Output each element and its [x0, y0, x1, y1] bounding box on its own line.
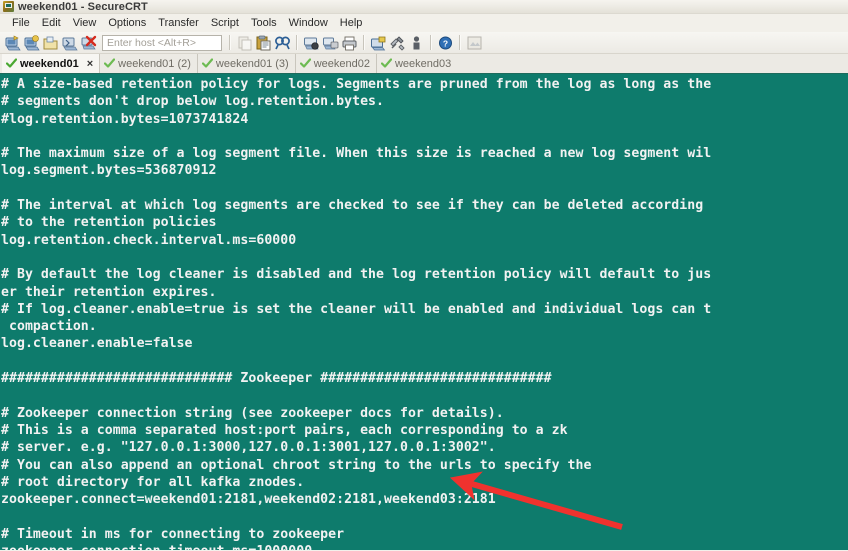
- terminal-line: # A size-based retention policy for logs…: [1, 77, 712, 92]
- menu-tools[interactable]: Tools: [245, 16, 283, 30]
- connect-session-icon[interactable]: [22, 34, 41, 52]
- terminal-line: # server. e.g. "127.0.0.1:3000,127.0.0.1…: [1, 440, 496, 456]
- terminal-line: # Zookeeper connection string (see zooke…: [1, 405, 504, 421]
- session-tab-bar: weekend01 × weekend01 (2) weekend01 (3) …: [0, 54, 848, 74]
- terminal-screen[interactable]: # A size-based retention policy for logs…: [0, 74, 848, 550]
- connected-check-icon: [5, 58, 18, 69]
- menu-script[interactable]: Script: [205, 16, 245, 30]
- menu-help[interactable]: Help: [334, 16, 369, 30]
- toolbar-separator: [296, 35, 298, 50]
- disconnect-icon[interactable]: [79, 34, 98, 52]
- help-icon[interactable]: ?: [436, 34, 455, 52]
- securecrt-window: weekend01 - SecureCRT File Edit View Opt…: [0, 0, 848, 551]
- terminal-line-zookeeper-connect: zookeeper.connect=weekend01:2181,weekend…: [1, 492, 496, 508]
- window-title: weekend01 - SecureCRT: [18, 0, 148, 13]
- find-icon[interactable]: [273, 34, 292, 52]
- paste-icon[interactable]: [235, 34, 254, 52]
- print-icon[interactable]: [340, 34, 359, 52]
- tab-label: weekend03: [394, 57, 452, 70]
- tab-weekend02[interactable]: weekend02: [296, 54, 377, 73]
- connected-check-icon: [299, 58, 311, 69]
- connect-sftp-icon[interactable]: [60, 34, 79, 52]
- terminal-line: # If log.cleaner.enable=true is set the …: [1, 301, 712, 317]
- terminal-line: compaction.: [1, 319, 97, 335]
- terminal-line-zookeeper-header: ############################# Zookeeper …: [1, 371, 552, 387]
- terminal-line: #log.retention.bytes=1073741824: [1, 111, 249, 127]
- session-options-icon[interactable]: [369, 34, 388, 52]
- terminal-line: # By default the log cleaner is disabled…: [1, 267, 712, 283]
- toolbar-separator: [459, 35, 461, 50]
- connect-local-shell-icon[interactable]: [41, 34, 60, 52]
- tab-label: weekend01 (3): [215, 57, 289, 70]
- terminal-line: log.retention.check.interval.ms=60000: [1, 232, 297, 248]
- terminal-line: log.segment.bytes=536870912: [1, 163, 217, 179]
- print-screen-icon[interactable]: [321, 34, 340, 52]
- tab-weekend01-3[interactable]: weekend01 (3): [198, 54, 296, 73]
- terminal-line: # Timeout in ms for connecting to zookee…: [1, 526, 345, 542]
- host-input[interactable]: Enter host <Alt+R>: [102, 34, 222, 51]
- tab-weekend01[interactable]: weekend01 ×: [2, 54, 101, 73]
- tab-label: weekend01 (2): [118, 57, 191, 70]
- svg-text:?: ?: [443, 38, 448, 48]
- tab-weekend03[interactable]: weekend03: [377, 54, 457, 73]
- terminal-line: log.cleaner.enable=false: [1, 336, 193, 352]
- title-bar: weekend01 - SecureCRT: [0, 0, 848, 14]
- tab-label: weekend01: [20, 57, 79, 70]
- menu-bar: File Edit View Options Transfer Script T…: [0, 14, 848, 32]
- log-session-icon[interactable]: [302, 34, 321, 52]
- host-placeholder: Enter host <Alt+R>: [107, 36, 197, 49]
- tab-label: weekend02: [313, 57, 370, 70]
- terminal-line: er their retention expires.: [1, 284, 217, 300]
- menu-view[interactable]: View: [67, 16, 103, 30]
- connected-check-icon: [380, 58, 393, 69]
- menu-window[interactable]: Window: [283, 16, 334, 30]
- chat-window-icon[interactable]: [465, 34, 484, 52]
- menu-file[interactable]: File: [6, 16, 36, 30]
- command-window-icon[interactable]: [407, 34, 426, 52]
- toolbar-separator: [363, 35, 365, 50]
- terminal-line: # You can also append an optional chroot…: [1, 457, 592, 473]
- toolbar-separator: [229, 35, 231, 50]
- terminal-line: zookeeper.connection.timeout.ms=1000000: [1, 543, 848, 550]
- copy-paste-icon[interactable]: [254, 34, 273, 52]
- terminal-line: # The maximum size of a log segment file…: [1, 146, 712, 162]
- menu-edit[interactable]: Edit: [36, 16, 67, 30]
- menu-transfer[interactable]: Transfer: [152, 16, 205, 30]
- terminal-line: # segments don't drop below log.retentio…: [1, 94, 385, 110]
- toolbar-separator: [430, 35, 432, 50]
- global-options-icon[interactable]: [388, 34, 407, 52]
- securecrt-icon: [3, 1, 14, 12]
- terminal-line: # root directory for all kafka znodes.: [1, 474, 305, 490]
- tab-close-icon[interactable]: ×: [87, 58, 93, 70]
- new-session-icon[interactable]: [3, 34, 22, 52]
- connected-check-icon: [201, 58, 214, 69]
- toolbar: Enter host <Alt+R> ?: [0, 32, 848, 54]
- menu-options[interactable]: Options: [102, 16, 152, 30]
- tab-weekend01-2[interactable]: weekend01 (2): [100, 54, 198, 73]
- terminal-line: # The interval at which log segments are…: [1, 198, 704, 214]
- terminal-line: # to the retention policies: [1, 215, 217, 231]
- terminal-line: # This is a comma separated host:port pa…: [1, 422, 568, 438]
- connected-check-icon: [104, 58, 116, 69]
